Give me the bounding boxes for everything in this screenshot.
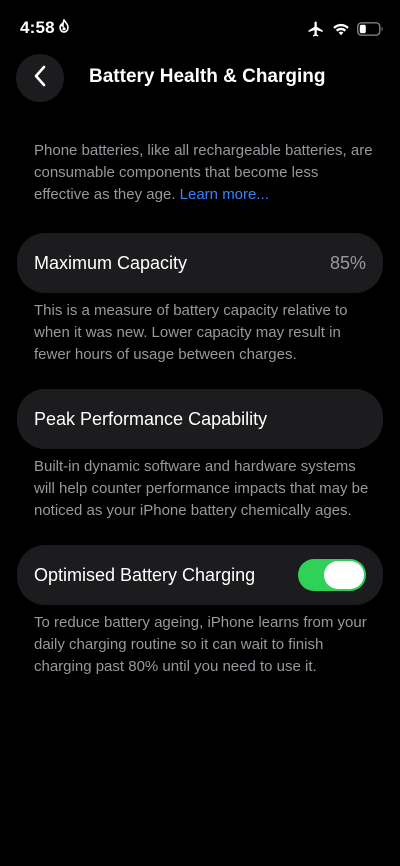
peak-performance-footer: Built-in dynamic software and hardware s…: [34, 458, 369, 519]
intro-description: Phone batteries, like all rechargeable b…: [34, 140, 374, 206]
optimised-charging-toggle[interactable]: [298, 559, 366, 591]
toggle-knob: [324, 561, 364, 589]
maximum-capacity-row: Maximum Capacity 85%: [17, 233, 383, 293]
optimised-charging-label: Optimised Battery Charging: [34, 564, 256, 585]
battery-icon: [357, 22, 384, 41]
status-time-group: 4:58: [20, 18, 70, 38]
learn-more-link[interactable]: Learn more...: [180, 186, 269, 203]
navigation-bar: Battery Health & Charging: [0, 54, 400, 102]
status-icons: [307, 20, 384, 43]
page-title: Battery Health & Charging: [89, 66, 326, 87]
optimised-charging-footer: To reduce battery ageing, iPhone learns …: [34, 614, 367, 675]
maximum-capacity-label: Maximum Capacity: [34, 252, 188, 273]
airplane-icon: [307, 20, 325, 43]
focus-icon: [58, 18, 70, 38]
wifi-icon: [332, 22, 350, 41]
chevron-left-icon: [33, 65, 47, 92]
maximum-capacity-footer: This is a measure of battery capacity re…: [34, 302, 348, 363]
status-bar: 4:58: [0, 0, 400, 54]
peak-performance-label: Peak Performance Capability: [34, 408, 268, 429]
maximum-capacity-value: 85%: [329, 252, 366, 273]
peak-performance-row[interactable]: Peak Performance Capability: [17, 389, 383, 449]
optimised-charging-row: Optimised Battery Charging: [17, 545, 383, 605]
status-time: 4:58: [20, 18, 55, 37]
back-button[interactable]: [16, 54, 64, 102]
